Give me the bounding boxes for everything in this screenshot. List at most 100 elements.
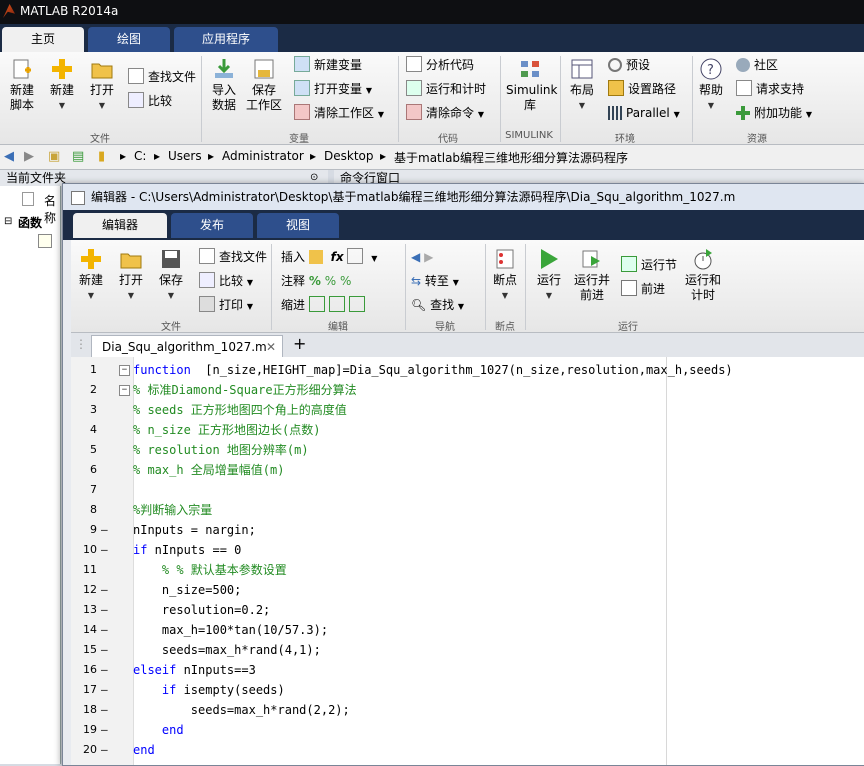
breakpoint-marker[interactable]: — bbox=[101, 640, 108, 660]
set-path-button[interactable]: 设置路径 bbox=[608, 80, 676, 98]
line-number[interactable]: 17 bbox=[71, 680, 97, 700]
editor-save-button[interactable]: 保存 ▼ bbox=[155, 248, 187, 303]
comment-button[interactable]: 注释 % % % bbox=[281, 272, 351, 290]
new-script-button[interactable]: 新建 脚本 bbox=[6, 58, 38, 113]
breakpoint-marker[interactable]: — bbox=[101, 740, 108, 760]
code-line[interactable]: 8 %判断输入宗量 bbox=[71, 500, 861, 520]
forward-arrow-icon[interactable]: ▶ bbox=[24, 149, 34, 164]
breakpoints-button[interactable]: 断点 ▼ bbox=[489, 248, 521, 303]
run-and-advance-button[interactable]: 运行并 前进 bbox=[571, 248, 613, 303]
breadcrumb-users[interactable]: Users bbox=[168, 149, 202, 163]
tab-apps[interactable]: 应用程序 bbox=[174, 27, 278, 52]
line-number[interactable]: 15 bbox=[71, 640, 97, 660]
import-data-button[interactable]: 导入 数据 bbox=[208, 58, 240, 113]
breakpoint-marker[interactable]: — bbox=[101, 600, 108, 620]
help-button[interactable]: ? 帮助 ▼ bbox=[696, 58, 726, 113]
tab-publish[interactable]: 发布 bbox=[171, 213, 253, 238]
line-number[interactable]: 9 bbox=[71, 520, 97, 540]
code-line[interactable]: 4 % n_size 正方形地图边长(点数) bbox=[71, 420, 861, 440]
browse-folder-icon[interactable]: ▤ bbox=[72, 149, 84, 164]
breakpoint-marker[interactable]: — bbox=[101, 680, 108, 700]
back-arrow-icon[interactable]: ◀ bbox=[411, 250, 420, 264]
preferences-button[interactable]: 预设 bbox=[608, 56, 650, 74]
breakpoint-marker[interactable]: — bbox=[101, 720, 108, 740]
editor-open-button[interactable]: 打开 ▼ bbox=[115, 248, 147, 303]
line-number[interactable]: 13 bbox=[71, 600, 97, 620]
line-number[interactable]: 7 bbox=[71, 480, 97, 500]
breadcrumb-c[interactable]: C: bbox=[134, 149, 146, 163]
tab-view[interactable]: 视图 bbox=[257, 213, 339, 238]
tab-plots[interactable]: 绘图 bbox=[88, 27, 170, 52]
collapse-icon[interactable]: ⊟ bbox=[4, 216, 12, 227]
code-line[interactable]: 19— end bbox=[71, 720, 861, 740]
open-variable-button[interactable]: 打开变量 ▼ bbox=[294, 80, 372, 100]
fold-toggle-icon[interactable]: − bbox=[119, 385, 130, 396]
new-variable-button[interactable]: 新建变量 bbox=[294, 56, 362, 74]
run-and-time-button[interactable]: 运行和 计时 bbox=[683, 248, 723, 303]
simulink-library-button[interactable]: Simulink 库 bbox=[506, 58, 557, 113]
name-column-header[interactable]: 名称 bbox=[44, 192, 60, 226]
line-number[interactable]: 1 bbox=[71, 360, 97, 380]
line-number[interactable]: 4 bbox=[71, 420, 97, 440]
line-number[interactable]: 11 bbox=[71, 560, 97, 580]
line-number[interactable]: 6 bbox=[71, 460, 97, 480]
line-number[interactable]: 20 bbox=[71, 740, 97, 760]
forward-arrow-icon[interactable]: ▶ bbox=[424, 250, 433, 264]
up-folder-icon[interactable]: ▣ bbox=[48, 149, 60, 164]
code-line[interactable]: 18— seeds=max_h*rand(2,2); bbox=[71, 700, 861, 720]
nav-arrows[interactable]: ◀ ▶ bbox=[411, 248, 433, 266]
request-support-button[interactable]: 请求支持 bbox=[736, 80, 804, 98]
line-number[interactable]: 12 bbox=[71, 580, 97, 600]
run-section-button[interactable]: 运行节 bbox=[621, 256, 677, 274]
compare-button[interactable]: 比较 bbox=[128, 92, 172, 110]
code-line[interactable]: 16— elseif nInputs==3 bbox=[71, 660, 861, 680]
line-number[interactable]: 8 bbox=[71, 500, 97, 520]
analyze-code-button[interactable]: 分析代码 bbox=[406, 56, 474, 74]
run-and-time-button[interactable]: 运行和计时 bbox=[406, 80, 486, 98]
add-ons-button[interactable]: 附加功能 ▼ bbox=[736, 104, 812, 124]
parallel-button[interactable]: Parallel ▼ bbox=[608, 104, 680, 124]
code-area[interactable]: 1 − function [n_size,HEIGHT_map]=Dia_Squ_a… bbox=[71, 357, 864, 765]
breadcrumb-desktop[interactable]: Desktop bbox=[324, 149, 374, 163]
clear-workspace-button[interactable]: 清除工作区 ▼ bbox=[294, 104, 384, 124]
indent-button[interactable]: 缩进 bbox=[281, 296, 369, 314]
code-line[interactable]: 3 % seeds 正方形地图四个角上的高度值 bbox=[71, 400, 861, 420]
layout-button[interactable]: 布局 ▼ bbox=[566, 58, 598, 113]
new-button[interactable]: 新建 ▼ bbox=[46, 58, 78, 113]
goto-button[interactable]: ⇆ 转至 ▼ bbox=[411, 272, 459, 292]
breadcrumb-administrator[interactable]: Administrator bbox=[222, 149, 304, 163]
insert-button[interactable]: 插入 fx ▼ bbox=[281, 248, 377, 268]
tab-editor[interactable]: 编辑器 bbox=[73, 213, 167, 238]
find-files-button[interactable]: 查找文件 bbox=[128, 68, 196, 86]
line-number[interactable]: 2 bbox=[71, 380, 97, 400]
code-line[interactable]: 10— if nInputs == 0 bbox=[71, 540, 861, 560]
code-line[interactable]: 9— nInputs = nargin; bbox=[71, 520, 861, 540]
line-number[interactable]: 10 bbox=[71, 540, 97, 560]
close-icon[interactable]: ✕ bbox=[266, 336, 276, 358]
tab-home[interactable]: 主页 bbox=[2, 27, 84, 52]
code-line[interactable]: 17— if isempty(seeds) bbox=[71, 680, 861, 700]
code-line[interactable]: 12— n_size=500; bbox=[71, 580, 861, 600]
editor-find-files-button[interactable]: 查找文件 bbox=[199, 248, 267, 266]
fold-toggle-icon[interactable]: − bbox=[119, 365, 130, 376]
breakpoint-marker[interactable]: — bbox=[101, 540, 108, 560]
editor-print-button[interactable]: 打印 ▼ bbox=[199, 296, 253, 316]
code-line[interactable]: 20— end bbox=[71, 740, 861, 760]
back-arrow-icon[interactable]: ◀ bbox=[4, 149, 14, 164]
line-number[interactable]: 3 bbox=[71, 400, 97, 420]
editor-new-button[interactable]: 新建 ▼ bbox=[75, 248, 107, 303]
open-button[interactable]: 打开 ▼ bbox=[86, 58, 118, 113]
code-line[interactable]: 1 − function [n_size,HEIGHT_map]=Dia_Squ_a… bbox=[71, 360, 861, 380]
line-number[interactable]: 18 bbox=[71, 700, 97, 720]
functions-node[interactable]: 函数 bbox=[18, 214, 42, 231]
advance-button[interactable]: 前进 bbox=[621, 280, 665, 298]
run-button[interactable]: 运行 ▼ bbox=[533, 248, 565, 303]
line-number[interactable]: 19 bbox=[71, 720, 97, 740]
code-line[interactable]: 5 % resolution 地图分辨率(m) bbox=[71, 440, 861, 460]
code-line[interactable]: 15— seeds=max_h*rand(4,1); bbox=[71, 640, 861, 660]
code-line[interactable]: 13— resolution=0.2; bbox=[71, 600, 861, 620]
editor-compare-button[interactable]: 比较 ▼ bbox=[199, 272, 253, 292]
breakpoint-marker[interactable]: — bbox=[101, 620, 108, 640]
find-button[interactable]: 🔍︎ 查找 ▼ bbox=[411, 296, 464, 316]
line-number[interactable]: 14 bbox=[71, 620, 97, 640]
